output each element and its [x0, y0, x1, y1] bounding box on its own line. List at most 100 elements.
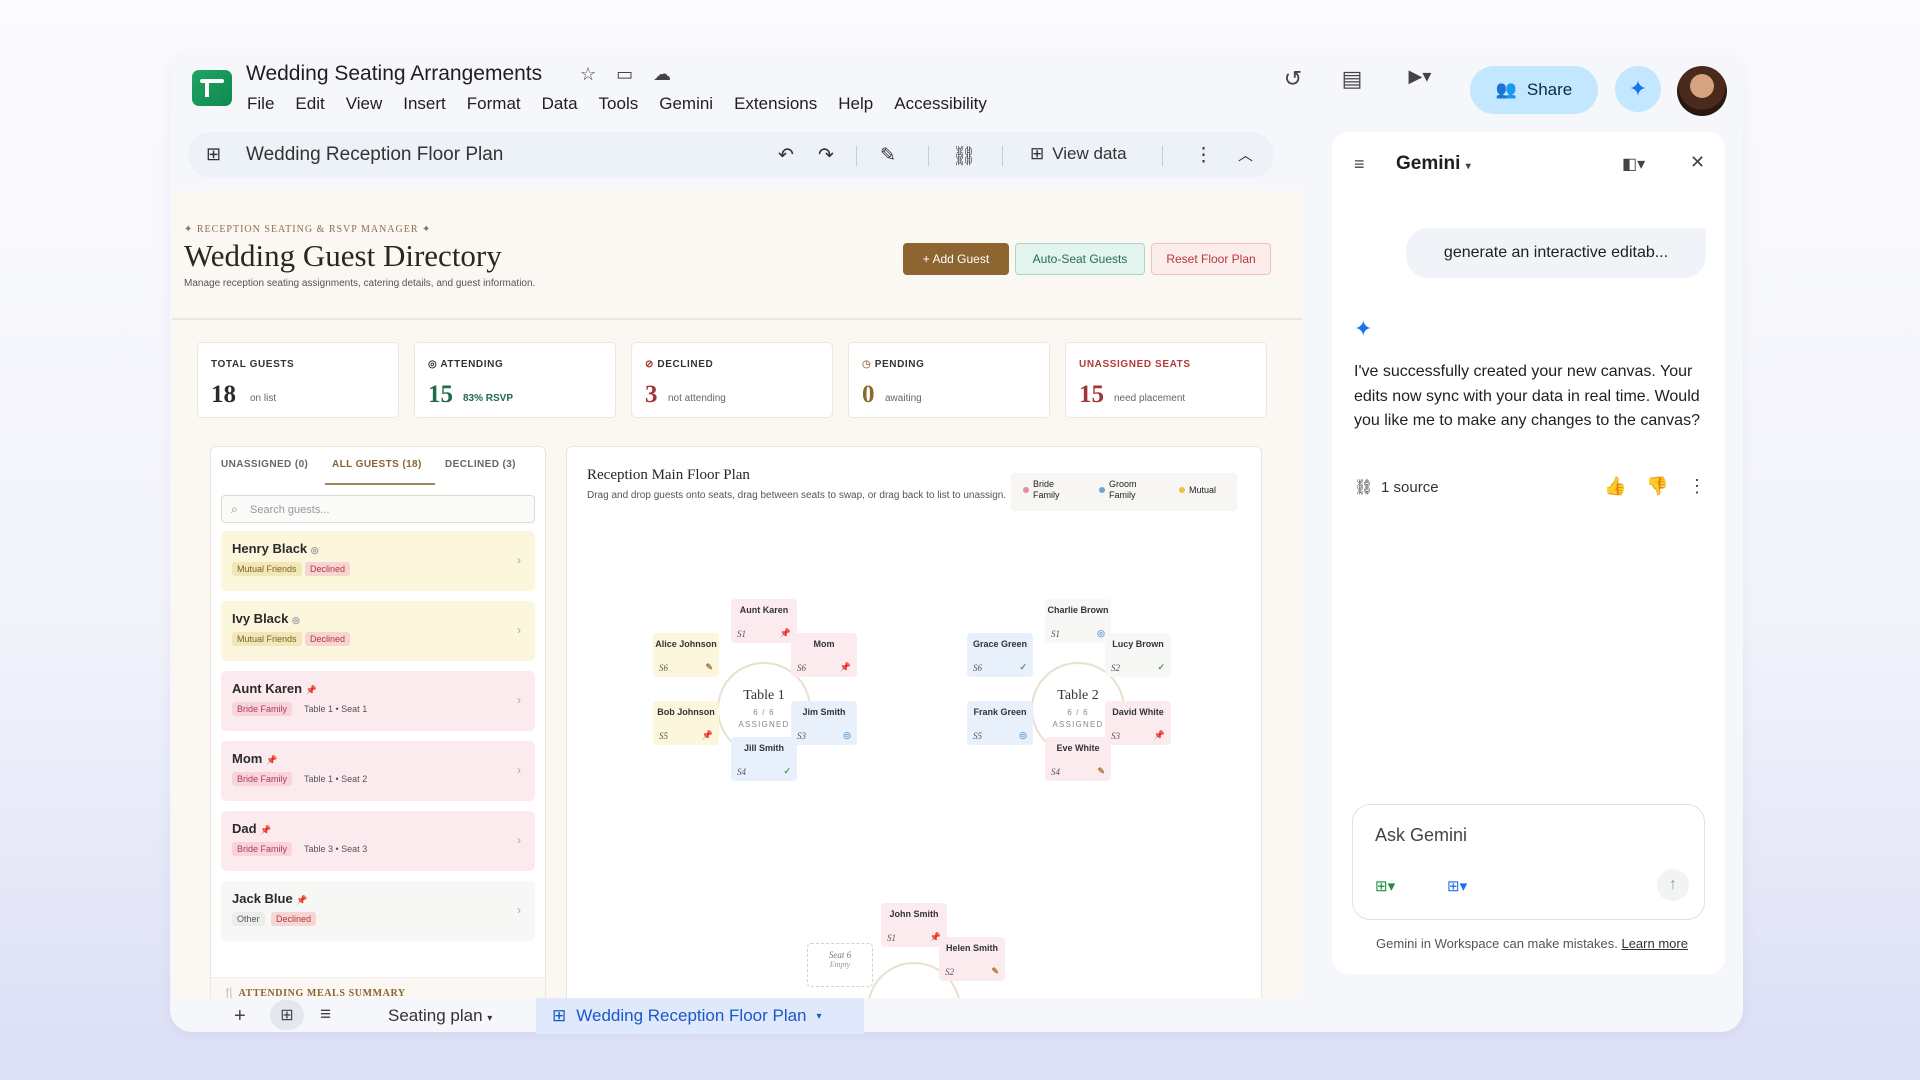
source-chip[interactable]: ⛓ 1 source: [1354, 478, 1439, 497]
pin-icon: 📌: [305, 685, 317, 695]
share-button[interactable]: 👥 Share: [1470, 66, 1598, 114]
ask-gemini-input[interactable]: Ask Gemini ⊞▾ ⊞▾ ↑: [1352, 804, 1705, 920]
menu-gemini[interactable]: Gemini: [659, 94, 713, 114]
gemini-title[interactable]: Gemini ▾: [1396, 153, 1471, 175]
canvas-attach-icon[interactable]: ⊞▾: [1447, 877, 1467, 895]
menu-edit[interactable]: Edit: [295, 94, 324, 114]
auto-seat-button[interactable]: Auto-Seat Guests: [1015, 243, 1145, 275]
menu-extensions[interactable]: Extensions: [734, 94, 817, 114]
seat[interactable]: Bob Johnson S5 📌: [653, 701, 719, 745]
tab-wedding-reception-floor-plan[interactable]: ⊞ Wedding Reception Floor Plan ▾: [536, 998, 864, 1034]
toolbar-divider: [1002, 146, 1003, 166]
guest-card[interactable]: Ivy Black ◎ Mutual Friends Declined ›: [221, 601, 535, 661]
side-icon: ◎: [310, 545, 319, 555]
stat-declined: ⊘ DECLINED 3 not attending: [631, 342, 833, 418]
menu-view[interactable]: View: [346, 94, 383, 114]
stat-caption: 83% RSVP: [463, 393, 514, 404]
legend-label: Bride Family: [1033, 479, 1060, 500]
view-data-button[interactable]: ⊞ View data: [1030, 144, 1127, 164]
all-sheets-icon[interactable]: ≡: [320, 1004, 331, 1026]
seat[interactable]: Charlie Brown S1 ◎: [1045, 599, 1111, 643]
menu-data[interactable]: Data: [542, 94, 578, 114]
meet-icon[interactable]: ▶▾: [1394, 66, 1446, 87]
active-tab-label: Wedding Reception Floor Plan: [576, 1006, 807, 1025]
star-icon[interactable]: ☆: [580, 64, 596, 85]
learn-more-link[interactable]: Learn more: [1621, 936, 1687, 951]
comments-icon[interactable]: ▤: [1336, 66, 1368, 92]
search-input[interactable]: ⌕ Search guests...: [221, 495, 535, 523]
guest-card[interactable]: Mom 📌 Bride Family Table 1 • Seat 2 ›: [221, 741, 535, 801]
edit-pencil-icon[interactable]: ✎: [880, 144, 896, 167]
pin-icon: 📌: [779, 628, 791, 638]
document-title[interactable]: Wedding Seating Arrangements: [246, 62, 542, 86]
canvas-title[interactable]: Wedding Reception Floor Plan: [246, 144, 503, 166]
seat[interactable]: Alice Johnson S6 ✎: [653, 633, 719, 677]
close-icon[interactable]: ✕: [1690, 152, 1705, 173]
seat[interactable]: Grace Green S6 ✓: [967, 633, 1033, 677]
floor-plan-panel: Reception Main Floor Plan Drag and drop …: [566, 446, 1262, 998]
undo-icon[interactable]: ↶: [778, 144, 794, 167]
cloud-saved-icon[interactable]: ☁: [653, 64, 671, 85]
menu-tools[interactable]: Tools: [599, 94, 639, 114]
more-vert-icon[interactable]: ⋮: [1194, 144, 1213, 167]
gemini-spark-button[interactable]: ✦: [1615, 66, 1661, 112]
panel-layout-icon[interactable]: ◧▾: [1622, 154, 1645, 174]
hamburger-menu-icon[interactable]: ≡: [1354, 154, 1365, 175]
sheet-tab-seating-plan[interactable]: Seating plan ▾: [388, 1006, 492, 1026]
add-sheet-icon[interactable]: +: [234, 1005, 246, 1028]
menu-accessibility[interactable]: Accessibility: [894, 94, 987, 114]
side-icon: ◎: [1097, 628, 1105, 638]
send-arrow-icon[interactable]: ↑: [1657, 869, 1689, 901]
group-badge: Bride Family: [232, 842, 293, 856]
sheets-logo[interactable]: [192, 70, 232, 106]
chevron-right-icon: ›: [517, 763, 521, 777]
stat-pending: ◷ PENDING 0 awaiting: [848, 342, 1050, 418]
seat[interactable]: Aunt Karen S1 📌: [731, 599, 797, 643]
menu-file[interactable]: File: [247, 94, 274, 114]
thumbs-down-icon[interactable]: 👎: [1646, 476, 1668, 497]
avatar[interactable]: [1677, 66, 1727, 116]
declined-icon: ⊘: [645, 359, 654, 370]
thumbs-up-icon[interactable]: 👍: [1604, 476, 1626, 497]
seat[interactable]: David White S3 📌: [1105, 701, 1171, 745]
seat[interactable]: Jill Smith S4 ✓: [731, 737, 797, 781]
add-guest-button[interactable]: + Add Guest: [903, 243, 1009, 275]
seat[interactable]: Lucy Brown S2 ✓: [1105, 633, 1171, 677]
more-vert-icon[interactable]: ⋮: [1688, 476, 1706, 497]
reset-floor-plan-button[interactable]: Reset Floor Plan: [1151, 243, 1271, 275]
link-icon: ⛓: [1354, 479, 1374, 496]
legend: Bride Family Groom Family Mutual: [1011, 473, 1237, 511]
version-history-icon[interactable]: ↺: [1278, 66, 1308, 92]
stat-value: 0: [862, 381, 875, 408]
menu-insert[interactable]: Insert: [403, 94, 446, 114]
redo-icon[interactable]: ↷: [818, 144, 834, 167]
status-badge: Declined: [305, 562, 351, 576]
canvas-list-icon[interactable]: ⊞: [270, 1000, 304, 1030]
collapse-icon[interactable]: ︿: [1238, 144, 1253, 165]
guest-name: Dad 📌: [232, 821, 272, 836]
seat[interactable]: Frank Green S5 ◎: [967, 701, 1033, 745]
seat[interactable]: John Smith S1 📌: [881, 903, 947, 947]
tab-all-guests[interactable]: ALL GUESTS (18): [332, 459, 422, 470]
tab-unassigned[interactable]: UNASSIGNED (0): [221, 459, 308, 470]
input-placeholder: Ask Gemini: [1375, 825, 1468, 845]
guest-card[interactable]: Jack Blue 📌 Other Declined ›: [221, 881, 535, 941]
side-icon: ◎: [1019, 730, 1027, 740]
guest-card[interactable]: Aunt Karen 📌 Bride Family Table 1 • Seat…: [221, 671, 535, 731]
link-icon[interactable]: ⛓: [952, 144, 976, 168]
seat[interactable]: Eve White S4 ✎: [1045, 737, 1111, 781]
empty-seat[interactable]: Seat 6 Empty: [807, 943, 873, 987]
seat[interactable]: Mom S6 📌: [791, 633, 857, 677]
stat-caption: need placement: [1114, 393, 1186, 404]
tab-declined[interactable]: DECLINED (3): [445, 459, 516, 470]
menu-format[interactable]: Format: [467, 94, 521, 114]
legend-label: Groom Family: [1109, 479, 1137, 500]
guest-card[interactable]: Henry Black ◎ Mutual Friends Declined ›: [221, 531, 535, 591]
meals-summary-bar[interactable]: 🍴 ATTENDING MEALS SUMMARY: [211, 977, 545, 998]
guest-card[interactable]: Dad 📌 Bride Family Table 3 • Seat 3 ›: [221, 811, 535, 871]
seat[interactable]: Jim Smith S3 ◎: [791, 701, 857, 745]
seat[interactable]: Helen Smith S2 ✎: [939, 937, 1005, 981]
menu-help[interactable]: Help: [838, 94, 873, 114]
sheets-attach-icon[interactable]: ⊞▾: [1375, 877, 1395, 895]
move-folder-icon[interactable]: ▭: [616, 64, 633, 85]
